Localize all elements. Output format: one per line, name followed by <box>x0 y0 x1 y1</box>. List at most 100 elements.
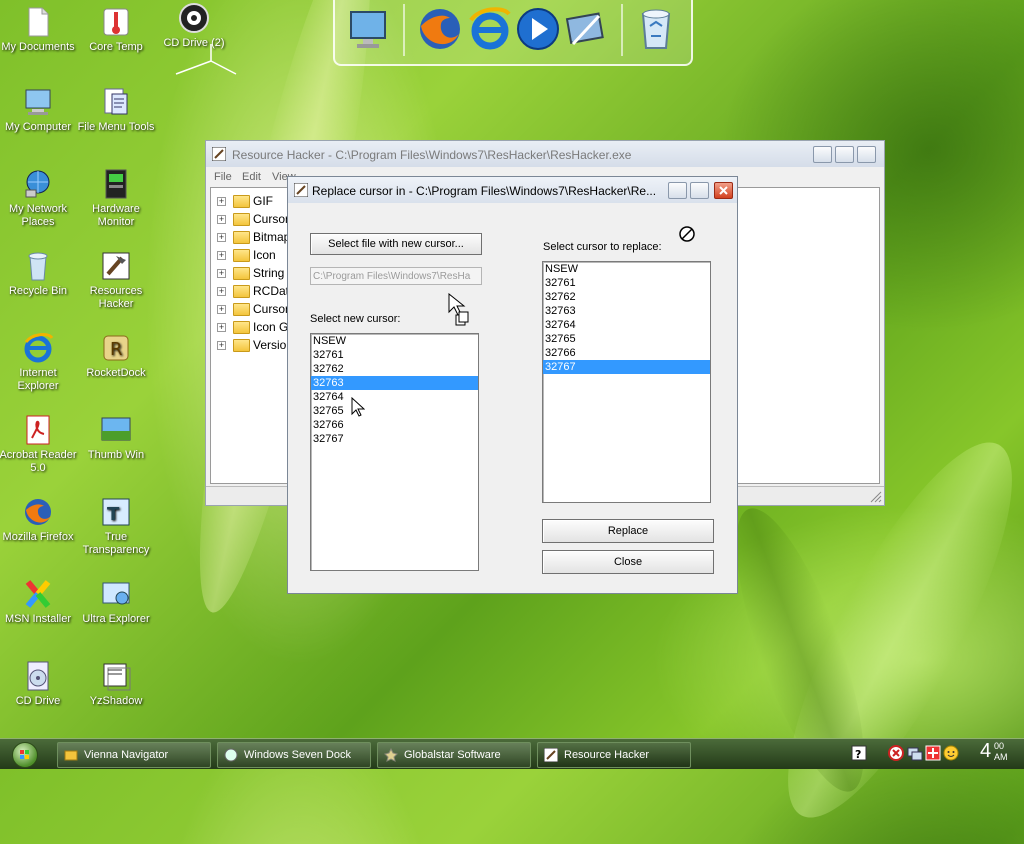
titlebar[interactable]: Resource Hacker - C:\Program Files\Windo… <box>206 141 884 167</box>
dock-item-settings[interactable] <box>563 6 609 52</box>
network-tray-icon[interactable] <box>907 745 923 761</box>
dock-item-media-player[interactable] <box>515 6 561 52</box>
dialog-title: Replace cursor in - C:\Program Files\Win… <box>312 184 657 198</box>
list-item[interactable]: 32765 <box>311 404 478 418</box>
desktop-icon-recycle-bin[interactable]: Recycle Bin <box>0 250 78 298</box>
list-item[interactable]: 32762 <box>311 362 478 376</box>
expand-icon[interactable]: + <box>217 305 226 314</box>
taskbar-item-vienna-navigator[interactable]: Vienna Navigator <box>57 742 211 768</box>
resize-grip-icon[interactable] <box>870 491 882 503</box>
minimize-button[interactable] <box>668 182 687 199</box>
help-icon[interactable]: ? <box>851 745 867 761</box>
desktop-icon-true-transparency[interactable]: T True Transparency <box>76 496 156 557</box>
list-item[interactable]: 32766 <box>543 346 710 360</box>
dock-separator <box>403 4 405 56</box>
taskbar-item-windows-seven-dock[interactable]: Windows Seven Dock <box>217 742 371 768</box>
menu-edit[interactable]: Edit <box>242 171 261 183</box>
clock-minute: 00 <box>994 741 1005 751</box>
dialog-titlebar[interactable]: Replace cursor in - C:\Program Files\Win… <box>288 177 737 203</box>
list-item[interactable]: 32762 <box>543 290 710 304</box>
expand-icon[interactable]: + <box>217 251 226 260</box>
desktop-icon-label: Hardware Monitor <box>92 203 140 228</box>
list-item-selected[interactable]: 32767 <box>543 360 710 374</box>
desktop-icon-thumb-win[interactable]: Thumb Win <box>76 414 156 462</box>
desktop-icon-label: Mozilla Firefox <box>2 531 74 543</box>
cd-drive-icon <box>22 660 54 692</box>
close-dialog-button[interactable]: Close <box>542 550 714 574</box>
desktop-icon-label: File Menu Tools <box>77 121 155 133</box>
desktop-icon-my-computer[interactable]: My Computer <box>0 86 78 134</box>
desktop-icon-acrobat-reader[interactable]: Acrobat Reader 5.0 <box>0 414 78 475</box>
expand-icon[interactable]: + <box>217 197 226 206</box>
replace-cursor-dialog: Replace cursor in - C:\Program Files\Win… <box>287 176 738 594</box>
list-item[interactable]: 32764 <box>543 318 710 332</box>
list-item[interactable]: 32763 <box>543 304 710 318</box>
desktop-icon-hardware-monitor[interactable]: Hardware Monitor <box>76 168 156 229</box>
minimize-button[interactable] <box>813 146 832 163</box>
list-item[interactable]: 32764 <box>311 390 478 404</box>
expand-icon[interactable]: + <box>217 341 226 350</box>
replace-cursor-list[interactable]: NSEW 32761 32762 32763 32764 32765 32766… <box>542 261 711 503</box>
desktop-icon-internet-explorer[interactable]: Internet Explorer <box>0 332 78 393</box>
desktop-icon-core-temp[interactable]: Core Temp <box>76 6 156 54</box>
antivirus-icon[interactable] <box>925 745 941 761</box>
folder-icon <box>233 339 250 352</box>
maximize-button[interactable] <box>835 146 854 163</box>
list-item[interactable]: 32765 <box>543 332 710 346</box>
desktop-icon-label: RocketDock <box>86 367 146 379</box>
expand-icon[interactable]: + <box>217 323 226 332</box>
select-file-button[interactable]: Select file with new cursor... <box>310 233 482 255</box>
desktop-icon-label: Core Temp <box>89 41 143 53</box>
list-item[interactable]: 32761 <box>543 276 710 290</box>
list-item-selected[interactable]: 32763 <box>311 376 478 390</box>
new-cursor-list[interactable]: NSEW 32761 32762 32763 32764 32765 32766… <box>310 333 479 571</box>
expand-icon[interactable]: + <box>217 287 226 296</box>
desktop-icon-rocketdock[interactable]: R RocketDock <box>76 332 156 380</box>
ultra-explorer-icon <box>100 578 132 610</box>
dock-item-monitor[interactable] <box>345 6 391 52</box>
desktop-icon-yzshadow[interactable]: YzShadow <box>76 660 156 708</box>
desktop-icon-cd-drive-2[interactable]: CD Drive (2) <box>154 2 234 50</box>
file-path-field[interactable] <box>310 267 482 285</box>
desktop-icon-label: Thumb Win <box>87 449 145 461</box>
desktop-icon-ultra-explorer[interactable]: Ultra Explorer <box>76 578 156 626</box>
desktop-icon-file-menu-tools[interactable]: File Menu Tools <box>76 86 156 134</box>
close-button[interactable] <box>714 182 733 199</box>
resource-hacker-icon <box>544 748 558 762</box>
taskbar-item-globalstar-software[interactable]: Globalstar Software <box>377 742 531 768</box>
expand-icon[interactable]: + <box>217 269 226 278</box>
taskbar-item-resource-hacker[interactable]: Resource Hacker <box>537 742 691 768</box>
desktop-icon-cd-drive[interactable]: CD Drive <box>0 660 78 708</box>
computer-icon <box>22 86 54 118</box>
security-alert-icon[interactable] <box>888 745 904 761</box>
desktop-icon-my-documents[interactable]: My Documents <box>0 6 78 54</box>
messenger-icon[interactable] <box>943 745 959 761</box>
dock-item-internet-explorer[interactable] <box>467 6 513 52</box>
svg-text:T: T <box>107 504 120 525</box>
desktop-icon-label: Resources Hacker <box>89 285 143 310</box>
list-item[interactable]: 32767 <box>311 432 478 446</box>
acrobat-icon <box>22 414 54 446</box>
desktop-icon-mozilla-firefox[interactable]: Mozilla Firefox <box>0 496 78 544</box>
expand-icon[interactable]: + <box>217 233 226 242</box>
replace-button[interactable]: Replace <box>542 519 714 543</box>
dock-item-recycle-bin[interactable] <box>633 6 679 52</box>
list-item[interactable]: 32766 <box>311 418 478 432</box>
close-button[interactable] <box>857 146 876 163</box>
desktop-icon-msn-installer[interactable]: MSN Installer <box>0 578 78 626</box>
list-item[interactable]: 32761 <box>311 348 478 362</box>
list-item[interactable]: NSEW <box>543 262 710 276</box>
desktop-icon-my-network-places[interactable]: My Network Places <box>0 168 78 229</box>
start-button[interactable] <box>12 742 38 768</box>
folder-icon <box>233 303 250 316</box>
dock-item-firefox[interactable] <box>417 6 463 52</box>
maximize-button[interactable] <box>690 182 709 199</box>
internet-explorer-icon <box>469 7 511 50</box>
expand-icon[interactable]: + <box>217 215 226 224</box>
internet-explorer-icon <box>22 332 54 364</box>
desktop-icon-resources-hacker[interactable]: Resources Hacker <box>76 250 156 311</box>
desktop-icon-label: My Network Places <box>8 203 68 228</box>
menu-file[interactable]: File <box>214 171 232 183</box>
list-item[interactable]: NSEW <box>311 334 478 348</box>
clock[interactable]: 4 00 AM <box>980 740 1008 763</box>
